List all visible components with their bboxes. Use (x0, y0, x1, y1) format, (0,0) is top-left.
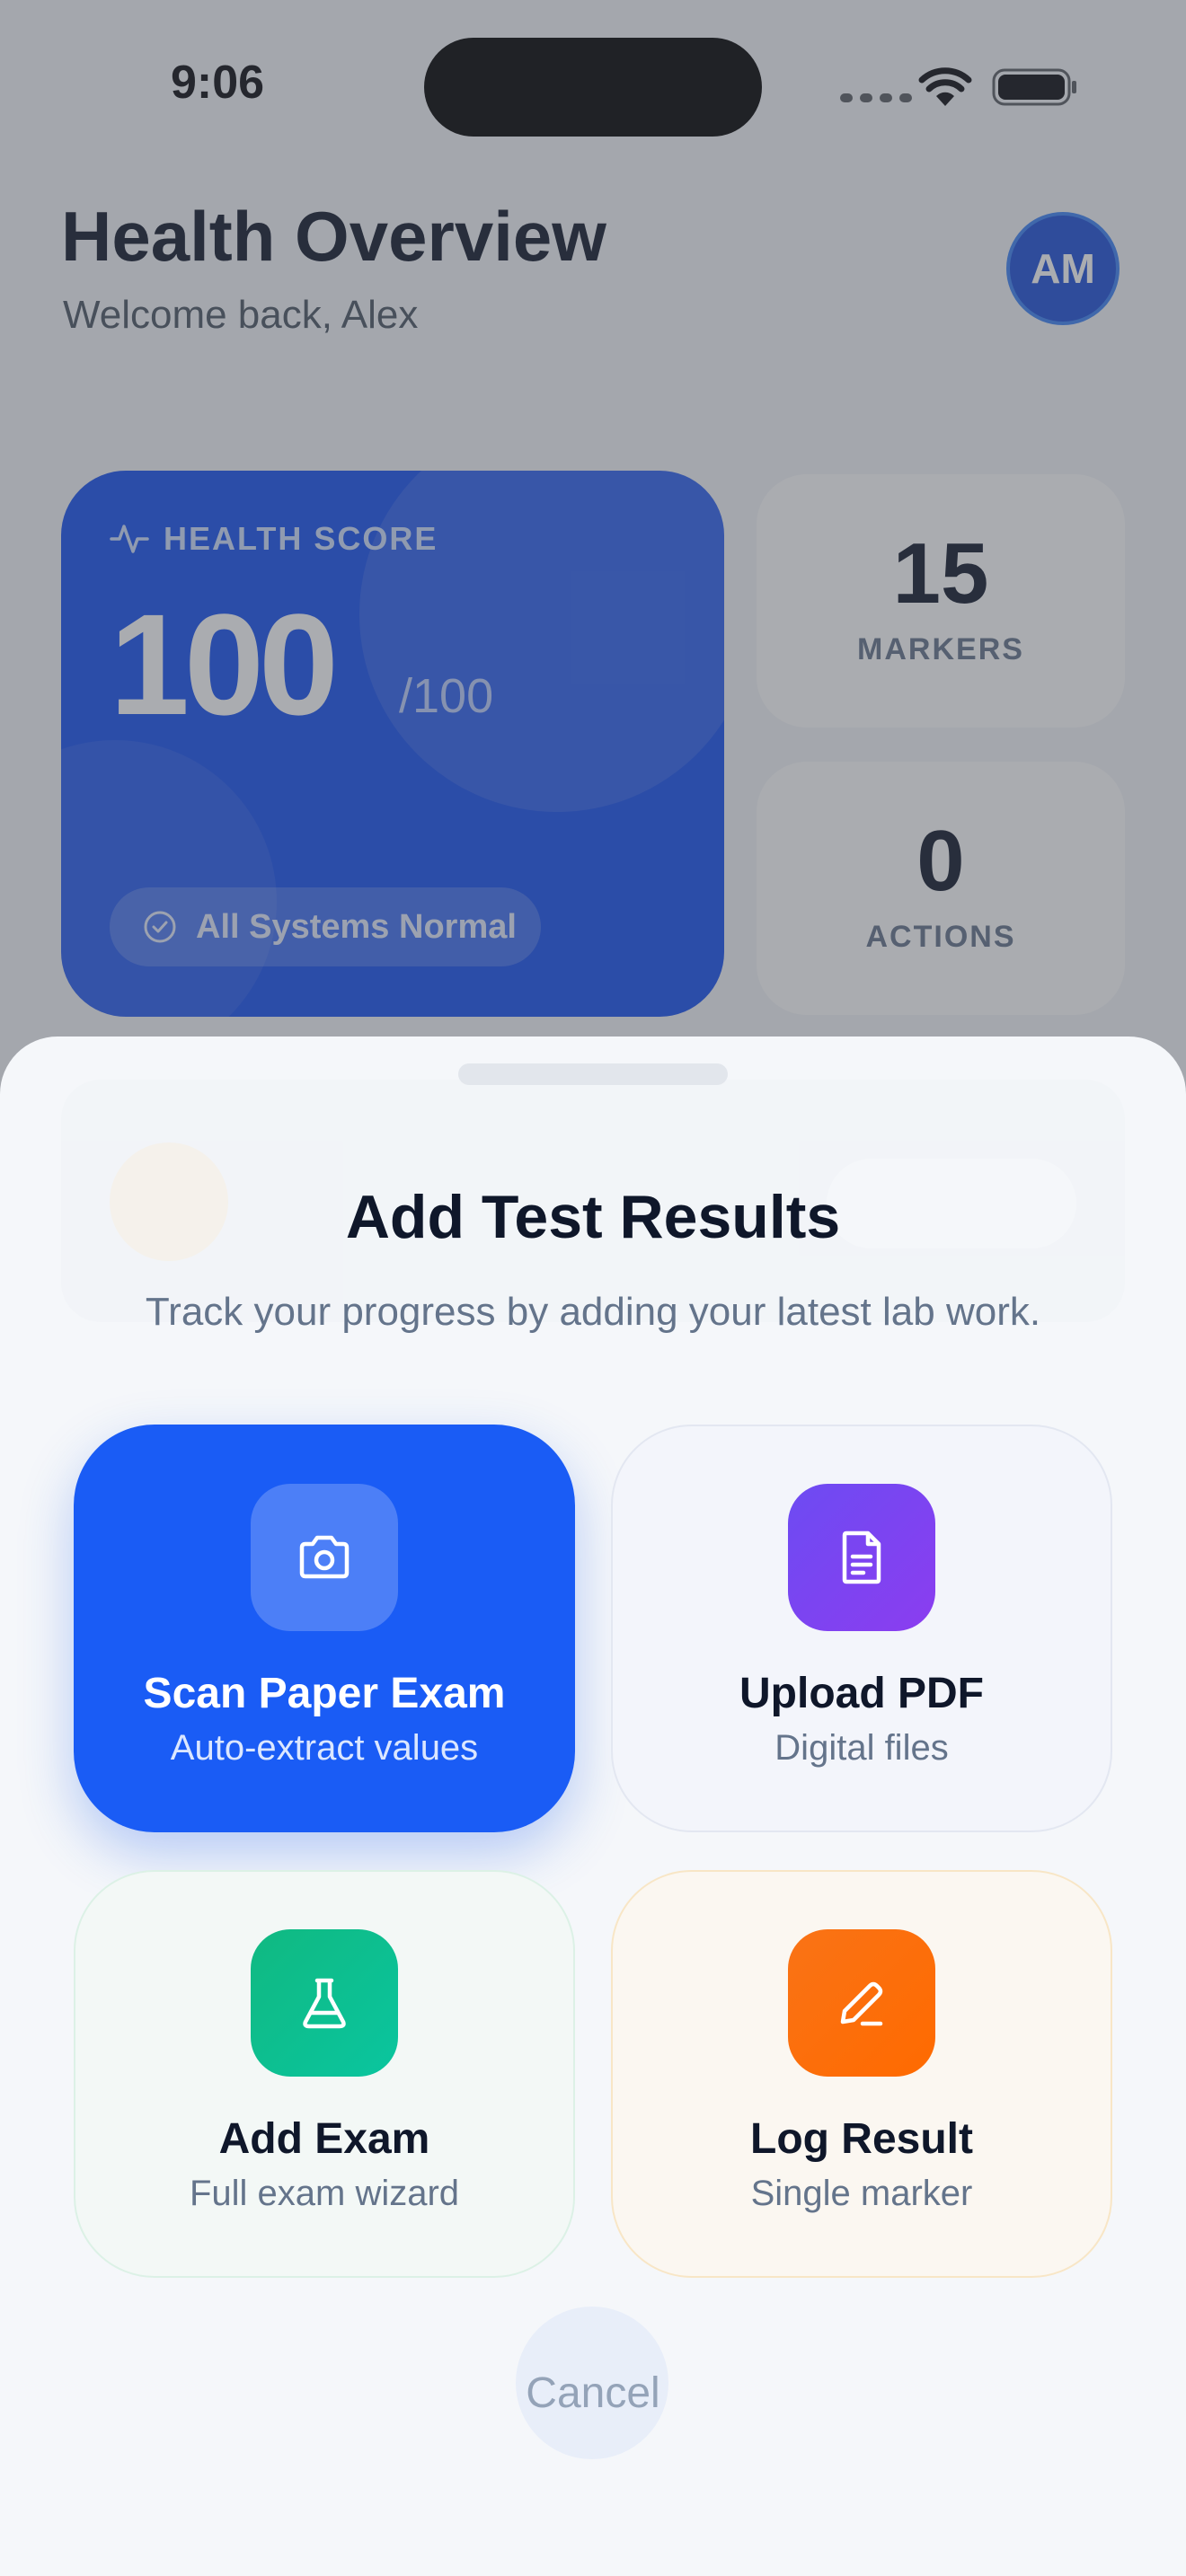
option-subtitle: Full exam wizard (189, 2174, 460, 2213)
option-subtitle: Single marker (750, 2174, 973, 2213)
scan-paper-exam-button[interactable]: Scan Paper Exam Auto-extract values (74, 1425, 575, 1832)
option-title: Add Exam (218, 2115, 430, 2163)
option-title: Log Result (750, 2115, 973, 2163)
option-subtitle: Digital files (774, 1728, 949, 1768)
option-subtitle: Auto-extract values (170, 1728, 479, 1768)
camera-icon (299, 1535, 350, 1579)
flask-icon (303, 1978, 346, 2029)
add-test-results-sheet: Add Test Results Track your progress by … (0, 1037, 1186, 2576)
sheet-subtitle: Track your progress by adding your lates… (145, 1290, 1041, 1334)
document-icon (842, 1531, 881, 1584)
pencil-icon (840, 1981, 883, 2026)
log-result-button[interactable]: Log Result Single marker (611, 1870, 1112, 2278)
sheet-grabber[interactable] (458, 1063, 728, 1085)
option-title: Upload PDF (739, 1670, 984, 1717)
upload-pdf-button[interactable]: Upload PDF Digital files (611, 1425, 1112, 1832)
add-exam-button[interactable]: Add Exam Full exam wizard (74, 1870, 575, 2278)
sheet-title: Add Test Results (345, 1183, 841, 1251)
cancel-button[interactable]: Cancel (413, 2348, 773, 2438)
option-title: Scan Paper Exam (143, 1670, 506, 1717)
